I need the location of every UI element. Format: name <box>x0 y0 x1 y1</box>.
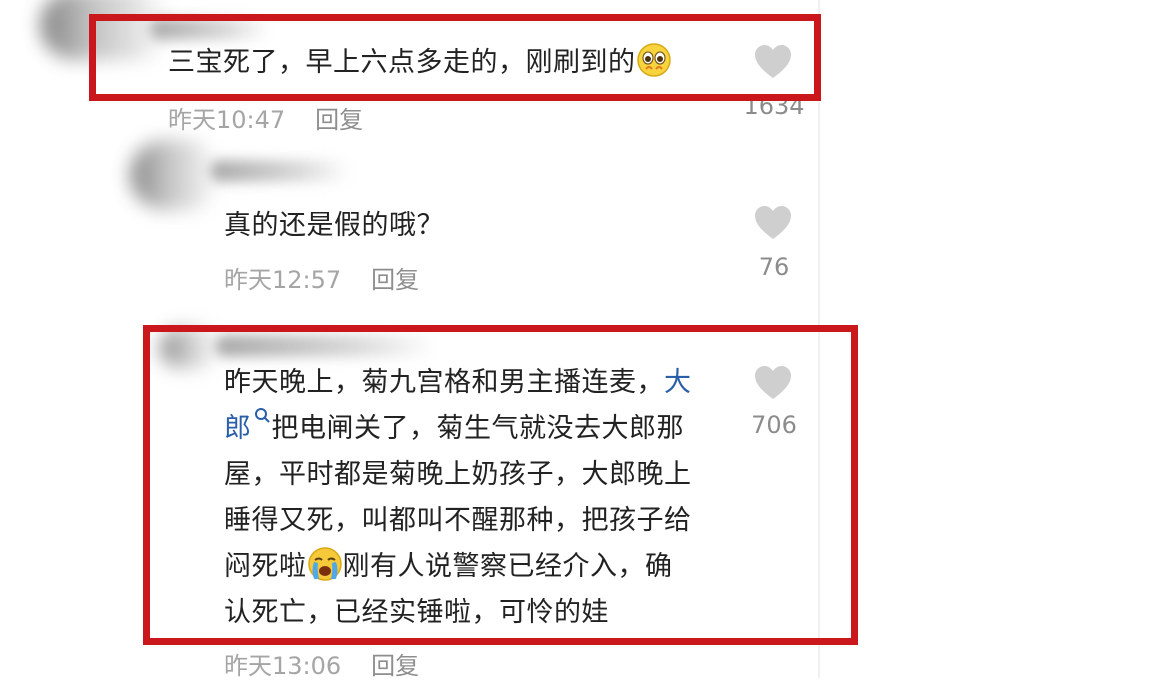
comment-2-time: 昨天12:57 <box>224 266 342 294</box>
heart-icon <box>755 206 791 239</box>
comment-1-time: 昨天10:47 <box>168 106 286 134</box>
blurred-username <box>210 160 350 182</box>
comment-3-time: 昨天13:06 <box>224 652 342 680</box>
comment-1-meta: 昨天10:47 回复 <box>168 100 363 135</box>
like-count-comment-2: 76 <box>758 253 790 281</box>
comment-3-meta: 昨天13:06 回复 <box>224 646 419 681</box>
comment-2-text: 真的还是假的哦？ <box>224 210 444 241</box>
highlight-box-comment-3 <box>143 325 858 645</box>
blurred-avatar <box>130 140 220 210</box>
reply-button-comment-2[interactable]: 回复 <box>371 266 419 294</box>
highlight-box-comment-1 <box>89 14 821 101</box>
reply-button-comment-1[interactable]: 回复 <box>315 106 363 134</box>
comment-2-meta: 昨天12:57 回复 <box>224 260 419 295</box>
like-button-comment-2[interactable] <box>754 205 792 241</box>
reply-button-comment-3[interactable]: 回复 <box>371 652 419 680</box>
